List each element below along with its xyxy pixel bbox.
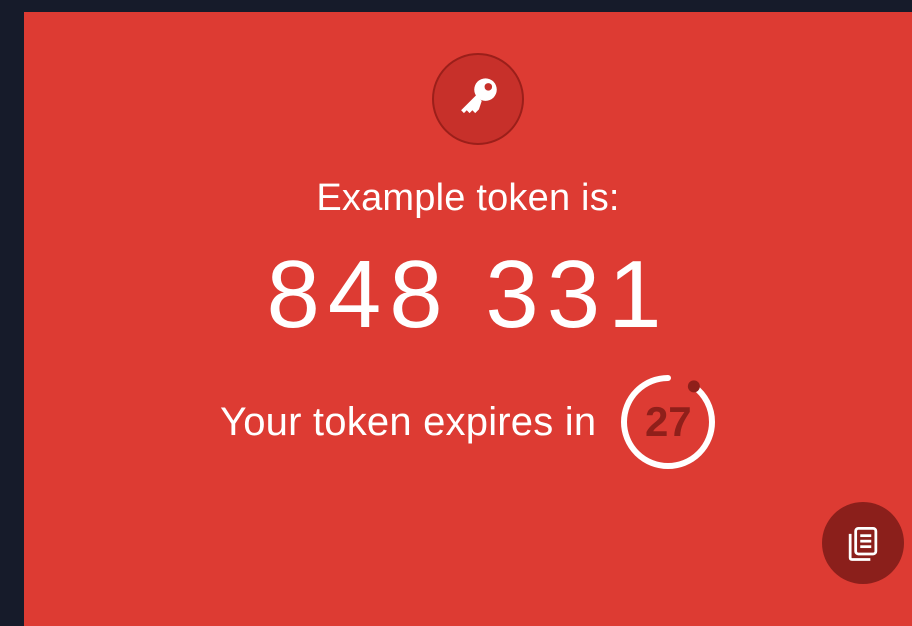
copy-button[interactable] bbox=[822, 502, 904, 584]
countdown-timer: 27 bbox=[614, 368, 722, 476]
token-code: 848 331 bbox=[266, 241, 670, 348]
countdown-value: 27 bbox=[644, 398, 692, 445]
app-frame: Example token is: 848 331 Your token exp… bbox=[0, 0, 912, 626]
token-label: Example token is: bbox=[316, 177, 620, 219]
token-card: Example token is: 848 331 Your token exp… bbox=[24, 12, 912, 626]
key-badge bbox=[432, 53, 524, 145]
expiry-text: Your token expires in bbox=[220, 399, 597, 444]
expiry-row: Your token expires in 27 bbox=[220, 367, 722, 477]
copy-icon bbox=[848, 526, 878, 561]
key-icon bbox=[461, 78, 497, 114]
